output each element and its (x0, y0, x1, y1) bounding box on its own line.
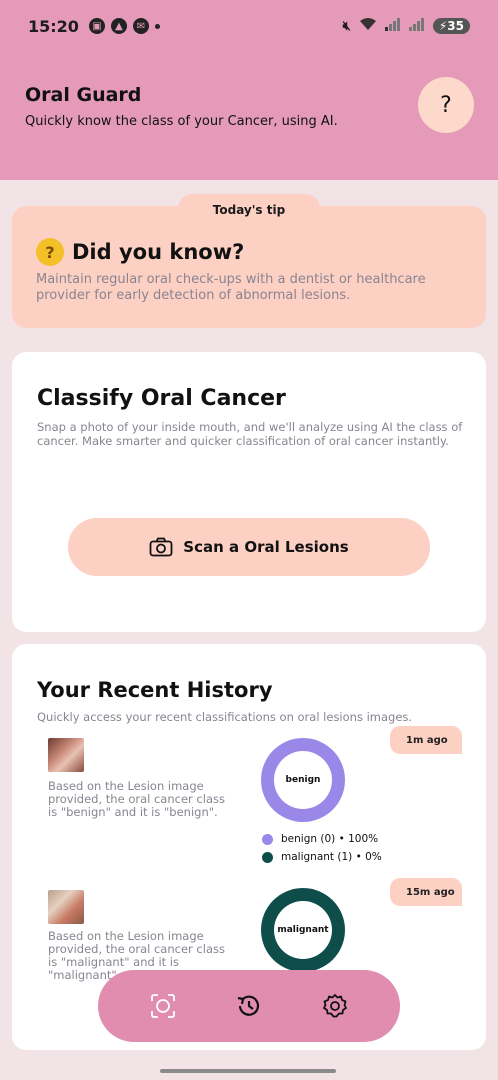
history-item[interactable]: Based on the Lesion image provided, the … (12, 726, 486, 876)
screenshot-icon: ▣ (88, 18, 105, 34)
wifi-icon (359, 17, 377, 35)
messenger-icon: ✉ (132, 18, 149, 34)
classify-card: Classify Oral Cancer Snap a photo of you… (12, 352, 486, 632)
tip-title: Did you know? (72, 240, 245, 264)
status-bar: 15:20 ▣ ▲ ✉ 🔇︎ ⚡35 (0, 0, 498, 52)
classification-donut-chart: benign (261, 738, 345, 822)
classification-donut-chart: malignant (261, 888, 345, 972)
thinking-face-icon: ? (36, 238, 64, 266)
donut-label: malignant (274, 901, 332, 959)
mute-icon: 🔇︎ (342, 18, 351, 34)
help-button[interactable]: ? (418, 77, 474, 133)
history-icon (237, 995, 260, 1016)
donut-label: benign (274, 751, 332, 809)
settings-icon (323, 994, 347, 1018)
app-notification-icon: ▲ (110, 18, 127, 34)
scan-lesions-button[interactable]: Scan a Oral Lesions (68, 518, 430, 576)
legend-item-benign: benign (0) • 100% (262, 830, 382, 848)
history-title: Your Recent History (37, 678, 273, 702)
legend-dot-malignant (262, 851, 273, 863)
app-title: Oral Guard (25, 84, 142, 106)
legend-label-malignant: malignant (1) • 0% (281, 851, 382, 863)
legend-item-malignant: malignant (1) • 0% (262, 848, 382, 866)
notification-icons: ▣ ▲ ✉ (88, 18, 160, 34)
legend-label-benign: benign (0) • 100% (281, 833, 379, 845)
history-subtitle: Quickly access your recent classificatio… (37, 710, 413, 724)
history-time-badge: 15m ago (390, 878, 462, 906)
tip-title-row: ? Did you know? (36, 238, 244, 266)
bottom-navigation (98, 970, 400, 1042)
signal-icon-2 (408, 17, 425, 35)
tip-text: Maintain regular oral check-ups with a d… (36, 272, 426, 303)
home-indicator[interactable] (160, 1069, 336, 1073)
lesion-thumbnail (48, 890, 84, 924)
more-notifications-icon (154, 23, 160, 29)
system-icons: 🔇︎ ⚡35 (343, 17, 470, 35)
tip-tab: Today's tip (178, 194, 320, 226)
status-time: 15:20 (28, 16, 79, 36)
scan-icon (151, 994, 175, 1018)
camera-icon (149, 537, 173, 557)
donut-legend: benign (0) • 100% malignant (1) • 0% (262, 830, 382, 866)
app-subtitle: Quickly know the class of your Cancer, u… (25, 114, 338, 129)
battery-level: 35 (447, 19, 464, 33)
classify-description: Snap a photo of your inside mouth, and w… (37, 420, 463, 448)
nav-history-button[interactable] (228, 985, 270, 1027)
help-icon: ? (440, 92, 452, 118)
legend-dot-benign (262, 833, 273, 845)
classify-title: Classify Oral Cancer (37, 386, 286, 411)
nav-settings-button[interactable] (314, 985, 356, 1027)
history-item-text: Based on the Lesion image provided, the … (48, 779, 225, 819)
lesion-thumbnail (48, 738, 84, 772)
battery-indicator: ⚡35 (432, 18, 470, 34)
signal-icon (384, 17, 401, 35)
scan-button-label: Scan a Oral Lesions (183, 538, 349, 556)
history-time-badge: 1m ago (390, 726, 462, 754)
nav-scan-button[interactable] (142, 985, 184, 1027)
app-header: 15:20 ▣ ▲ ✉ 🔇︎ ⚡35 Oral Guard Quickly kn… (0, 0, 498, 180)
